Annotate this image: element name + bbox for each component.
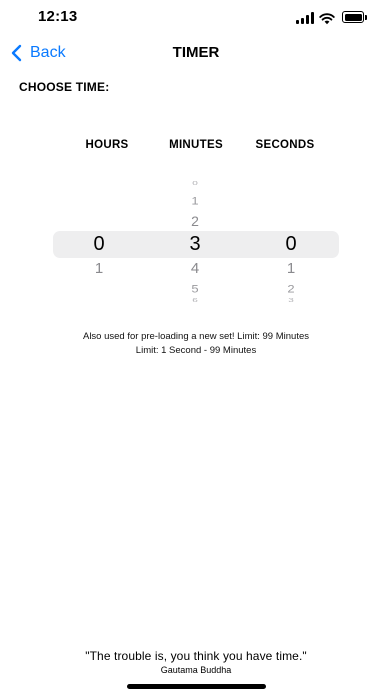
- seconds-selected-value: 0: [285, 233, 297, 255]
- info-text-limit: Limit: 1 Second - 99 Minutes: [135, 345, 257, 356]
- quote-text: "The trouble is, you think you have time…: [85, 649, 307, 663]
- cellular-signal-icon: [296, 12, 314, 24]
- seconds-wheel[interactable]: 0 1 2 3: [261, 176, 321, 312]
- minutes-header: MINUTES: [169, 139, 223, 151]
- hours-selected-value: 0: [93, 233, 105, 255]
- choose-time-label: CHOOSE TIME:: [19, 80, 110, 94]
- hours-wheel[interactable]: 0 1: [69, 176, 129, 312]
- minutes-option: 1: [191, 194, 199, 207]
- battery-icon: [342, 11, 364, 23]
- minutes-selected-value: 3: [189, 233, 201, 255]
- minutes-option: 2: [191, 213, 199, 229]
- hours-header: HOURS: [85, 139, 129, 151]
- seconds-header: SECONDS: [255, 139, 315, 151]
- minutes-option: 5: [191, 282, 199, 295]
- minutes-option: 6: [192, 297, 198, 304]
- seconds-option: 1: [286, 260, 296, 277]
- quote-author: Gautama Buddha: [160, 665, 232, 675]
- home-indicator[interactable]: [127, 684, 266, 689]
- hours-option: 1: [94, 260, 104, 277]
- page-title: TIMER: [172, 44, 220, 61]
- status-time: 12:13: [38, 8, 78, 25]
- battery-cap: [365, 15, 367, 20]
- minutes-option: 4: [190, 260, 200, 277]
- seconds-option: 2: [287, 282, 295, 295]
- minutes-wheel[interactable]: 0 1 2 3 4 5 6: [165, 176, 225, 312]
- seconds-option: 3: [288, 297, 294, 304]
- minutes-option: 0: [192, 180, 198, 187]
- info-text-preload: Also used for pre-loading a new set! Lim…: [82, 331, 309, 342]
- wifi-icon: [319, 13, 335, 25]
